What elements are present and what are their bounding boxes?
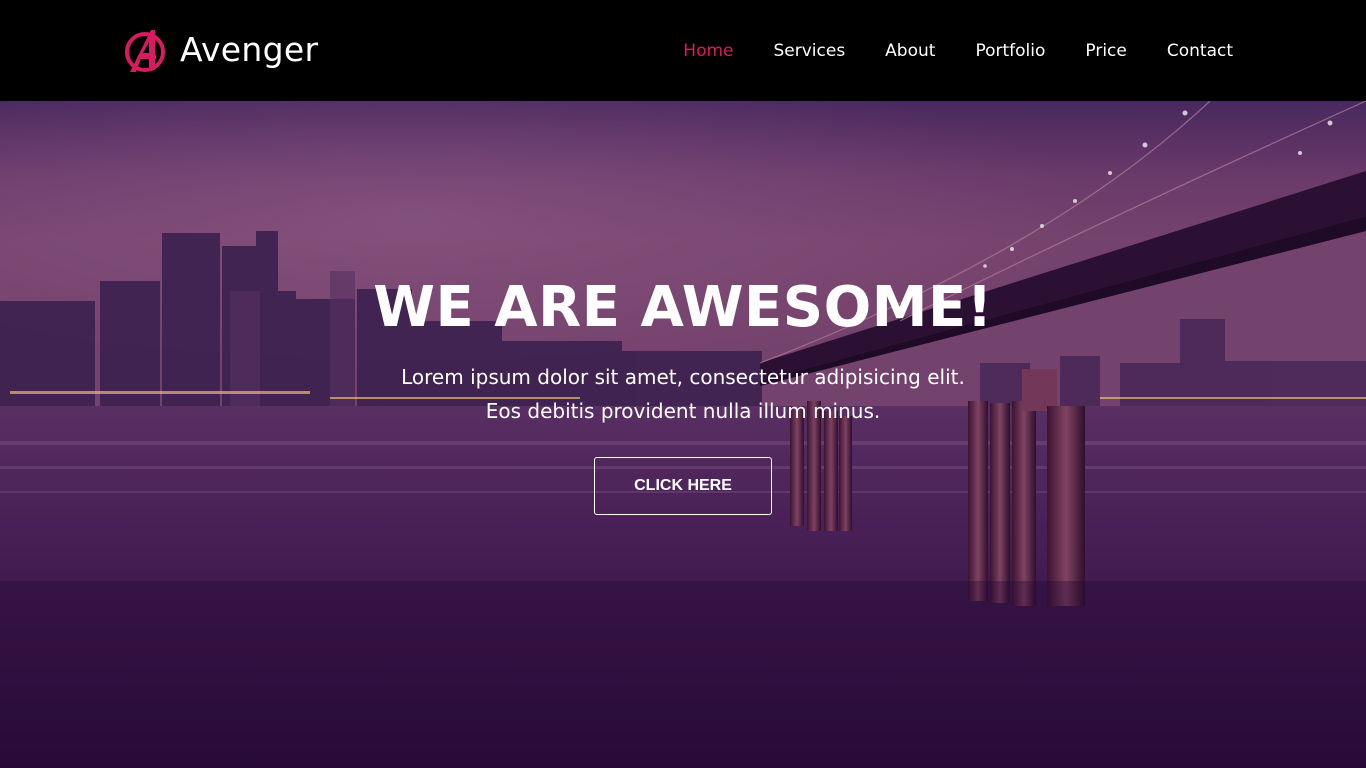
nav-portfolio[interactable]: Portfolio — [975, 38, 1045, 64]
top-navbar: Avenger Home Services About Portfolio Pr… — [0, 0, 1366, 101]
nav-about[interactable]: About — [885, 38, 935, 64]
brand-name: Avenger — [180, 30, 319, 69]
avengers-a-icon — [125, 30, 165, 72]
main-nav: Home Services About Portfolio Price Cont… — [683, 38, 1233, 64]
brand-link[interactable]: Avenger — [124, 26, 318, 74]
hero-subtitle-line2: Eos debitis provident nulla illum minus. — [485, 399, 881, 423]
nav-services[interactable]: Services — [773, 38, 845, 64]
nav-price[interactable]: Price — [1085, 38, 1126, 64]
nav-home[interactable]: Home — [683, 38, 733, 64]
click-here-button[interactable]: CLICK HERE — [594, 457, 772, 515]
hero-title: WE ARE AWESOME! — [373, 275, 993, 340]
hero-content: WE ARE AWESOME! Lorem ipsum dolor sit am… — [0, 101, 1366, 768]
hero-subtitle-line1: Lorem ipsum dolor sit amet, consectetur … — [401, 365, 965, 389]
hero-section: WE ARE AWESOME! Lorem ipsum dolor sit am… — [0, 101, 1366, 768]
nav-contact[interactable]: Contact — [1167, 38, 1233, 64]
